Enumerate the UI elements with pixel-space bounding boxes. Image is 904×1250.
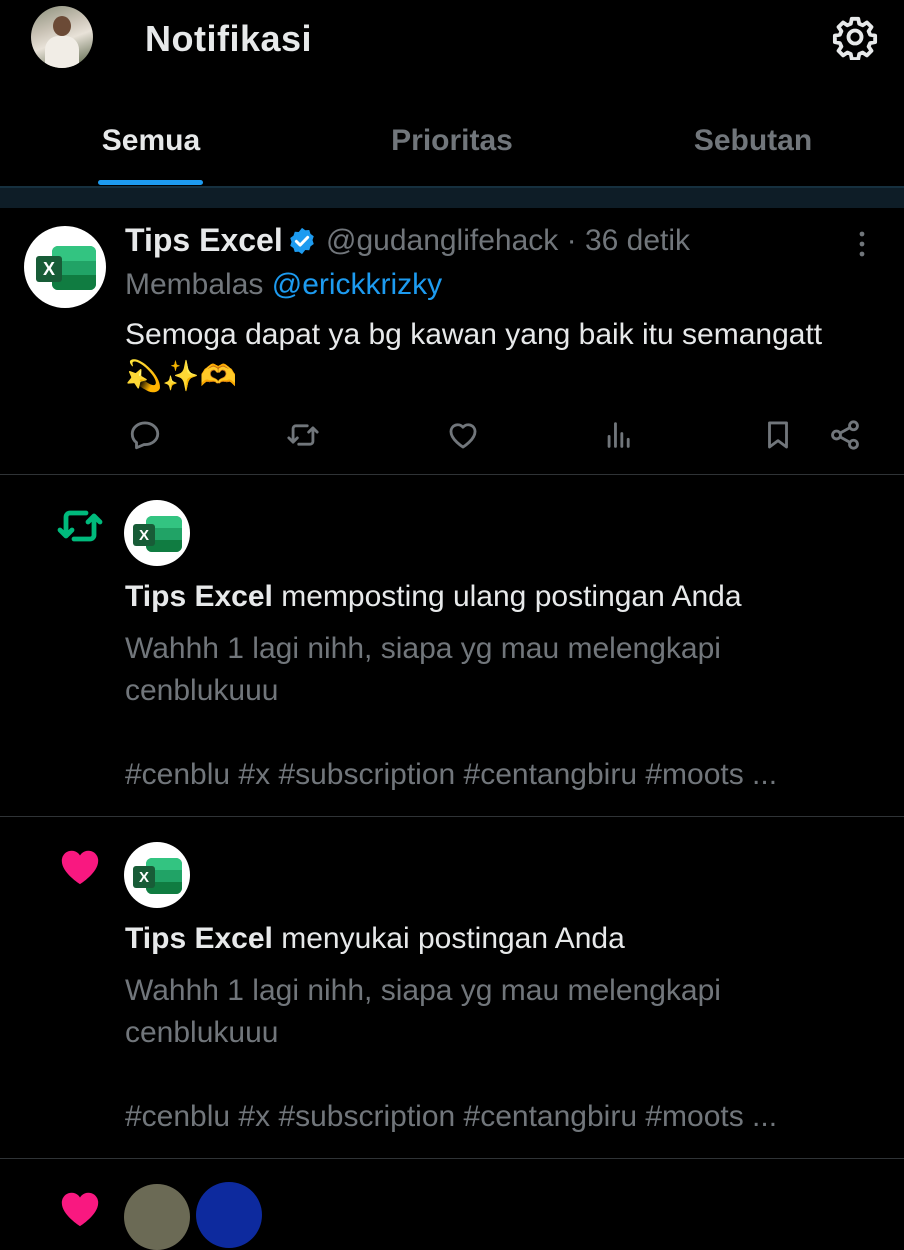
preview-line: Wahhh 1 lagi nihh, siapa yg mau melengka…	[125, 974, 721, 1007]
preview-hashtags: #cenblu #x #subscription #centangbiru #m…	[125, 1100, 778, 1133]
gear-icon[interactable]	[832, 14, 878, 60]
profile-avatar[interactable]	[31, 6, 93, 68]
notification-text: Tips Excel memposting ulang postingan An…	[125, 580, 742, 614]
like-icon[interactable]	[446, 418, 480, 452]
preview-line: cenblukuuu	[125, 674, 279, 707]
preview-hashtags: #cenblu #x #subscription #centangbiru #m…	[125, 758, 778, 791]
user-avatar[interactable]	[196, 1182, 262, 1248]
notification-action: menyukai postingan Anda	[281, 922, 625, 955]
notification-preview[interactable]: Wahhh 1 lagi nihh, siapa yg mau melengka…	[125, 970, 885, 1054]
repost-icon[interactable]	[286, 418, 320, 452]
user-avatar[interactable]	[124, 1184, 190, 1250]
excel-logo-avatar[interactable]: X	[24, 226, 106, 308]
preview-line: cenblukuuu	[125, 1016, 279, 1049]
notification-preview[interactable]: Wahhh 1 lagi nihh, siapa yg mau melengka…	[125, 628, 885, 712]
tab-bar-divider	[0, 186, 904, 208]
post-author-name[interactable]: Tips Excel	[125, 222, 283, 259]
repost-icon	[57, 510, 103, 542]
views-icon[interactable]	[602, 418, 636, 452]
replying-prefix: Membalas	[125, 268, 264, 301]
post-time[interactable]: 36 detik	[585, 224, 690, 257]
excel-logo-avatar[interactable]: X	[124, 500, 190, 566]
tab-semua[interactable]: Semua	[60, 124, 242, 158]
meta-separator: ·	[566, 224, 577, 257]
page-title: Notifikasi	[145, 18, 313, 59]
replying-to-handle[interactable]: @erickkrizky	[272, 268, 442, 301]
heart-icon	[61, 850, 99, 885]
notification-action: memposting ulang postingan Anda	[281, 580, 742, 613]
notification-author[interactable]: Tips Excel	[125, 922, 273, 955]
post-meta: @gudanglifehack · 36 detik	[326, 224, 690, 258]
preview-line: Wahhh 1 lagi nihh, siapa yg mau melengka…	[125, 632, 721, 665]
verified-badge-icon	[290, 227, 314, 255]
tab-prioritas[interactable]: Prioritas	[360, 124, 544, 158]
post-text-body: Semoga dapat ya bg kawan yang baik itu s…	[125, 318, 823, 351]
divider	[0, 1158, 904, 1159]
divider	[0, 474, 904, 475]
post-text-emojis: 💫✨🫶	[125, 360, 238, 393]
share-icon[interactable]	[828, 418, 862, 452]
notification-text: Tips Excel menyukai postingan Anda	[125, 922, 625, 956]
replying-to: Membalas @erickkrizky	[125, 268, 442, 302]
heart-icon	[61, 1192, 99, 1227]
post-text: Semoga dapat ya bg kawan yang baik itu s…	[125, 314, 895, 398]
reply-icon[interactable]	[128, 418, 162, 452]
more-options-icon[interactable]	[852, 228, 872, 260]
bookmark-icon[interactable]	[761, 418, 795, 452]
excel-logo-avatar[interactable]: X	[124, 842, 190, 908]
divider	[0, 816, 904, 817]
active-tab-indicator	[98, 180, 203, 185]
tab-sebutan[interactable]: Sebutan	[660, 124, 846, 158]
post-handle[interactable]: @gudanglifehack	[326, 224, 558, 257]
notification-author[interactable]: Tips Excel	[125, 580, 273, 613]
